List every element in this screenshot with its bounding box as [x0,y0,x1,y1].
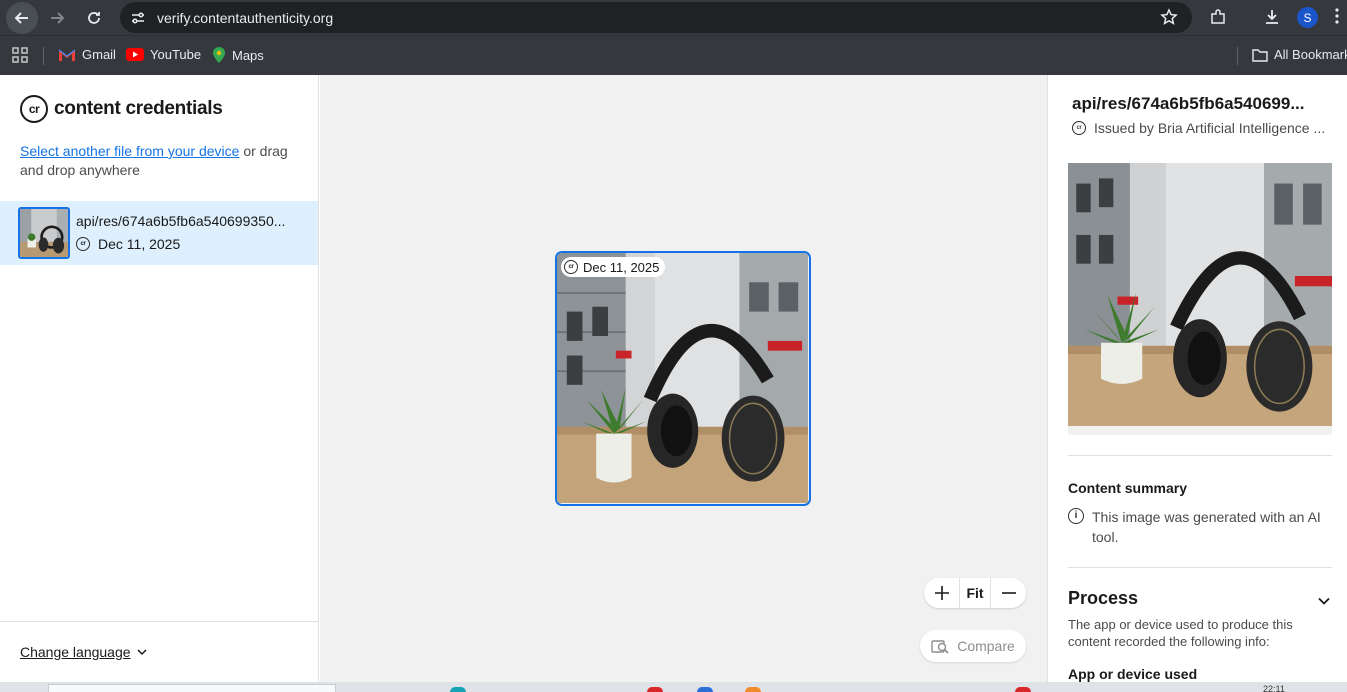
gmail-icon [58,48,76,61]
bookmark-star-icon[interactable] [1160,8,1178,31]
apps-grid-icon[interactable] [12,47,28,68]
info-icon: i [1068,508,1084,524]
taskbar-app-icon[interactable] [745,687,761,692]
chevron-down-icon [137,649,147,656]
maps-pin-icon [213,47,225,63]
image-canvas[interactable]: cr Dec 11, 2025 Fit Compare [320,75,1047,682]
taskbar-app-icon[interactable] [647,687,663,692]
compare-button[interactable]: Compare [920,630,1026,662]
content-summary-text: This image was generated with an AI tool… [1092,509,1321,545]
arrow-right-icon [51,12,65,24]
file-thumbnail [18,207,70,259]
arrow-left-icon [14,12,28,24]
issuer-row: cr Issued by Bria Artificial Intelligenc… [1072,120,1334,136]
process-description: The app or device used to produce this c… [1068,617,1293,649]
image-date: Dec 11, 2025 [583,259,660,275]
issuer-text: Issued by Bria Artificial Intelligence .… [1094,120,1326,136]
headphones-image [557,253,808,503]
preview-image-frame [1068,163,1332,435]
logo-text: content credentials [54,98,223,119]
cr-badge-icon: cr [564,260,578,274]
taskbar-app-icon[interactable] [450,687,466,692]
zoom-controls: Fit [924,578,1026,608]
clock-time: 22:11 [1263,684,1285,692]
bookmarks-divider [43,47,44,65]
change-language-button[interactable]: Change language [20,644,147,660]
asset-title: api/res/674a6b5fb6a540699... [1072,94,1305,113]
bookmark-gmail[interactable]: Gmail [58,47,116,62]
zoom-in-button[interactable] [924,578,959,608]
bookmarks-bar: Gmail YouTube Maps All Bookmarks [0,35,1347,75]
divider [0,621,318,622]
youtube-icon [126,48,144,61]
file-name: api/res/674a6b5fb6a540699350... [76,213,286,229]
main-image-card[interactable]: cr Dec 11, 2025 [555,251,811,506]
site-info-icon[interactable] [128,8,148,28]
cr-badge-icon: cr [76,237,90,251]
menu-kebab-icon[interactable] [1334,6,1340,31]
taskbar-search-box[interactable] [48,684,336,692]
extensions-icon[interactable] [1207,6,1229,28]
cr-badge-icon: cr [1072,121,1086,135]
bookmark-youtube[interactable]: YouTube [126,47,201,62]
zoom-out-button[interactable] [991,578,1026,608]
url-text[interactable]: verify.contentauthenticity.org [157,10,333,26]
compare-icon [931,640,949,654]
compare-label: Compare [957,638,1015,654]
divider [1068,455,1332,456]
profile-avatar[interactable]: S [1297,7,1318,28]
app-used-label: App or device used [1068,666,1198,682]
fit-button[interactable]: Fit [959,578,991,608]
content-credentials-logo[interactable]: cr content credentials [20,95,223,123]
reload-icon [88,12,100,24]
folder-icon [1252,48,1268,62]
browser-toolbar: verify.contentauthenticity.org S [0,0,1347,35]
address-bar[interactable]: verify.contentauthenticity.org [120,2,1192,33]
all-bookmarks[interactable]: All Bookmarks [1252,47,1347,62]
process-section-title[interactable]: Process [1068,588,1138,609]
file-date-row: cr Dec 11, 2025 [76,236,180,252]
back-button[interactable] [6,2,38,34]
content-summary-row: i This image was generated with an AI to… [1068,507,1332,547]
minus-icon [1001,592,1016,594]
change-language-label: Change language [20,644,131,660]
chevron-down-icon[interactable] [1318,592,1330,610]
cr-logo-icon: cr [20,95,48,123]
select-file-link[interactable]: Select another file from your device [20,143,239,159]
left-panel: cr content credentials Select another fi… [0,75,319,682]
select-file-prompt: Select another file from your device or … [20,142,305,180]
content-summary-title: Content summary [1068,480,1188,496]
details-panel: api/res/674a6b5fb6a540699... cr Issued b… [1047,75,1347,682]
image-date-chip: cr Dec 11, 2025 [561,257,666,277]
plus-icon [934,586,949,600]
taskbar-app-icon[interactable] [697,687,713,692]
taskbar-app-icon[interactable] [1015,687,1031,692]
file-date: Dec 11, 2025 [98,236,181,252]
os-taskbar: 22:11 [0,682,1347,692]
preview-image [1068,163,1332,426]
file-list-item[interactable]: api/res/674a6b5fb6a540699350... cr Dec 1… [0,201,318,265]
bookmarks-divider [1237,47,1238,65]
divider [1068,567,1332,568]
bookmark-maps[interactable]: Maps [212,47,264,63]
reload-button[interactable] [78,2,110,34]
download-icon[interactable] [1261,6,1283,28]
forward-button[interactable] [41,2,73,34]
